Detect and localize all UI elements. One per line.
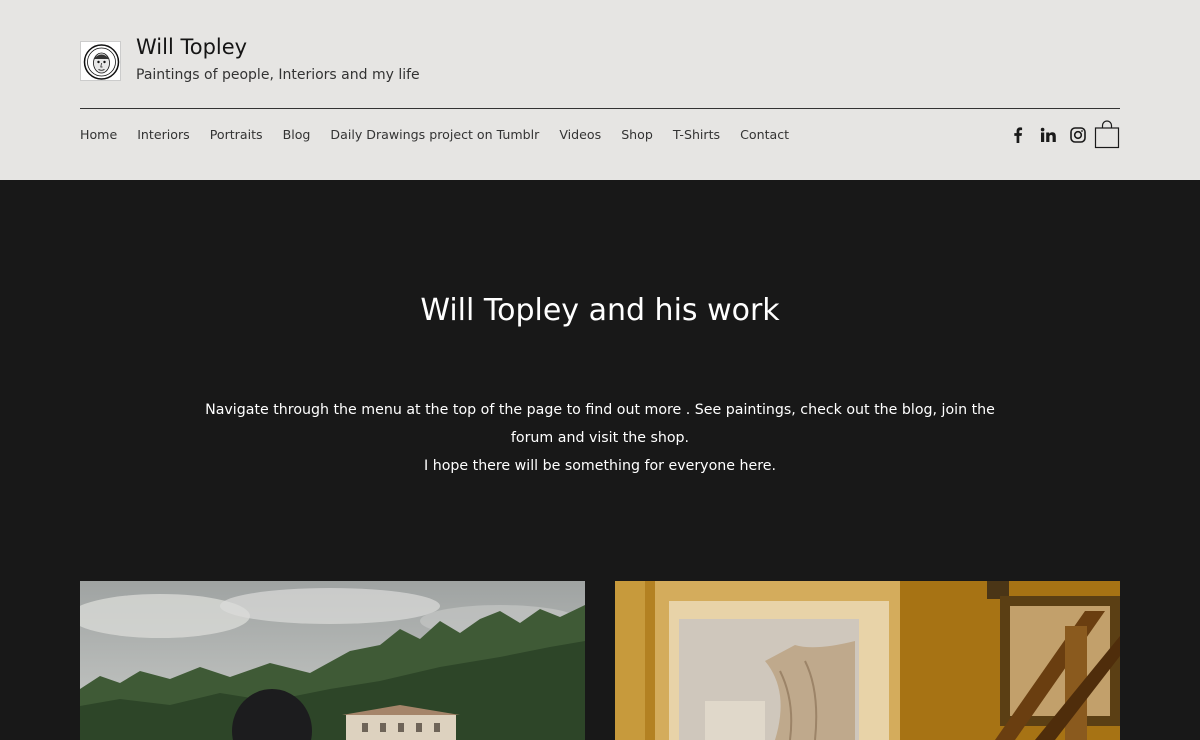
shopping-bag-icon[interactable] [1094,119,1120,149]
hero-description: Navigate through the menu at the top of … [200,396,1000,480]
hero-line-2: forum and visit the shop. [510,430,690,446]
instagram-icon[interactable] [1070,127,1086,143]
nav-home[interactable]: Home [80,125,117,145]
header-divider [80,108,1120,109]
site-title[interactable]: Will Topley [136,35,247,59]
hero-line-3: I hope there will be something for every… [424,458,776,474]
landscape-photo[interactable] [80,581,585,740]
nav-contact[interactable]: Contact [740,125,789,145]
social-bar [1010,125,1086,145]
nav-videos[interactable]: Videos [559,125,601,145]
site-tagline: Paintings of people, Interiors and my li… [136,67,420,83]
nav-interiors[interactable]: Interiors [137,125,190,145]
linkedin-icon[interactable] [1040,127,1056,143]
hero-line-1: Navigate through the menu at the top of … [205,402,995,418]
interior-photo[interactable] [615,581,1120,740]
hero-section: Will Topley and his work Navigate throug… [0,180,1200,740]
nav-portraits[interactable]: Portraits [210,125,263,145]
nav-blog[interactable]: Blog [283,125,311,145]
nav-t-shirts[interactable]: T-Shirts [673,125,720,145]
hero-title: Will Topley and his work [420,293,780,328]
site-logo[interactable] [80,41,121,81]
site-header: Will Topley Paintings of people, Interio… [0,0,1200,180]
main-nav: Home Interiors Portraits Blog Daily Drawings… [80,125,789,145]
nav-daily-drawings[interactable]: Daily Drawings project on Tumblr [330,125,539,145]
nav-shop[interactable]: Shop [621,125,653,145]
facebook-icon[interactable] [1010,127,1026,143]
